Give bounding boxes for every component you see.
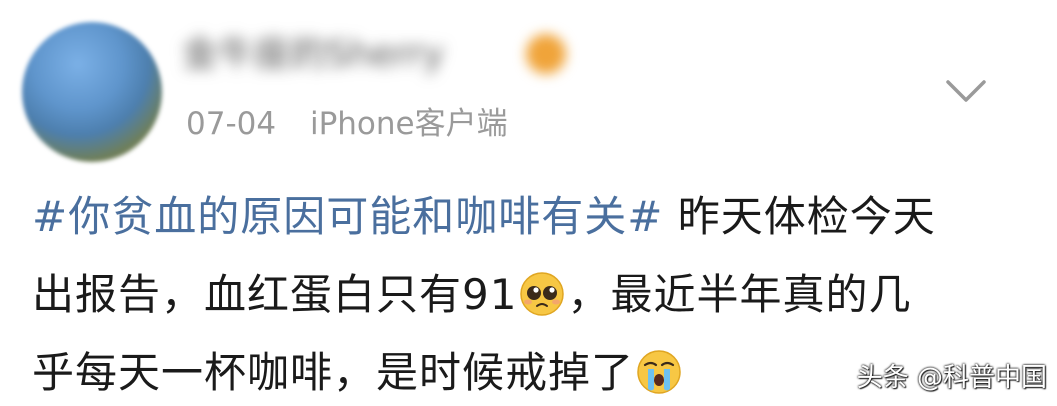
topic-hashtag-link[interactable]: #你贫血的原因可能和咖啡有关# <box>32 192 663 241</box>
post-date: 07-04 <box>186 106 277 142</box>
weibo-post-card: 金牛座的Sherry 07-04 iPhone客户端 #你贫血的原因可能和咖啡有… <box>0 0 1057 406</box>
post-text-segment: 昨天体检今天 <box>663 192 936 241</box>
post-text-segment: 出报告，血红蛋白只有91 <box>32 270 518 319</box>
post-line-2: 出报告，血红蛋白只有91 ，最近半年真的几 <box>32 256 1042 334</box>
pleading-face-emoji-icon <box>520 272 565 316</box>
loudly-crying-face-emoji-icon <box>637 350 681 394</box>
post-meta: 07-04 iPhone客户端 <box>186 102 508 146</box>
post-client: iPhone客户端 <box>309 106 508 142</box>
chevron-down-icon[interactable] <box>944 78 988 106</box>
post-line-1: #你贫血的原因可能和咖啡有关# 昨天体检今天 <box>32 178 1042 256</box>
username-blurred[interactable]: 金牛座的Sherry <box>182 32 444 78</box>
post-text-segment: 乎每天一杯咖啡，是时候戒掉了 <box>32 348 635 397</box>
verified-badge-icon <box>526 34 566 74</box>
watermark-text: 头条 @科普中国 <box>856 363 1047 393</box>
post-text-segment: ，最近半年真的几 <box>567 270 912 319</box>
avatar[interactable] <box>22 22 162 162</box>
